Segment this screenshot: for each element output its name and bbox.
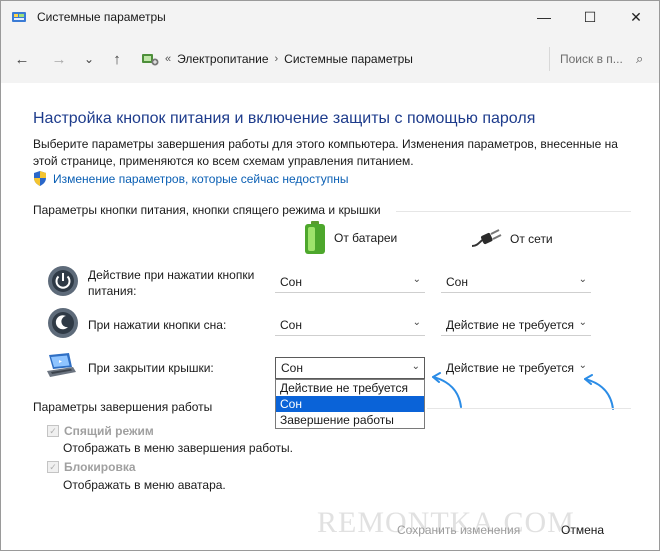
dropdown-sleep-button-ac[interactable]: Действие не требуется ⌄	[441, 314, 591, 336]
uac-shield-icon	[34, 171, 46, 186]
address-bar-row: ← → ⌄ ↑ « Электропитание › Системные пар…	[1, 33, 659, 83]
row-label-sleep-button: При нажатии кнопки сна:	[88, 318, 227, 332]
recent-locations-button[interactable]: ⌄	[79, 49, 99, 69]
search-icon[interactable]: ⌕	[636, 51, 643, 67]
sleep-button-icon	[48, 308, 78, 338]
dropdown-sleep-button-battery[interactable]: Сон ⌄	[275, 314, 425, 336]
dropdown-option-shutdown[interactable]: Завершение работы	[276, 412, 424, 428]
dropdown-value: Сон	[446, 274, 468, 289]
battery-icon	[305, 221, 325, 254]
row-label-lid-close: При закрытии крышки:	[88, 361, 214, 375]
chevron-down-icon: ⌄	[412, 274, 421, 285]
dropdown-options-list: Действие не требуется Сон Завершение раб…	[275, 379, 425, 429]
save-changes-button[interactable]: Сохранить изменения	[397, 523, 520, 537]
dropdown-lid-close-battery[interactable]: Сон ⌄	[275, 357, 425, 379]
hibernate-description: Отображать в меню завершения работы.	[63, 441, 294, 455]
annotation-arrow	[584, 374, 614, 410]
main-content: Настройка кнопок питания и включение защ…	[1, 83, 659, 550]
chevron-down-icon: ⌄	[578, 274, 587, 285]
section-shutdown-settings: Параметры завершения работы	[33, 400, 212, 414]
up-button[interactable]: ↑	[107, 49, 127, 69]
hibernate-checkbox[interactable]: ✓	[47, 425, 59, 437]
column-ac-label: От сети	[510, 232, 553, 246]
column-header-battery: От батареи	[304, 221, 397, 255]
column-header-ac: От сети	[472, 229, 553, 249]
lock-label: Блокировка	[64, 460, 136, 474]
dropdown-value: Сон	[281, 361, 303, 375]
search-box[interactable]: ⌕	[549, 47, 653, 71]
dropdown-power-button-battery[interactable]: Сон ⌄	[275, 271, 425, 293]
admin-settings-link[interactable]: Изменение параметров, которые сейчас нед…	[53, 172, 349, 186]
power-button-icon	[48, 266, 78, 296]
back-button[interactable]: ←	[12, 49, 32, 69]
breadcrumb-overflow[interactable]: «	[165, 53, 171, 65]
laptop-lid-icon	[47, 353, 76, 377]
annotation-arrow	[432, 372, 462, 408]
control-panel-icon	[12, 12, 26, 22]
window: Системные параметры — ☐ ✕ ← → ⌄ ↑ « Элек…	[0, 0, 660, 551]
dropdown-value: Действие не требуется	[446, 317, 575, 332]
hibernate-label: Спящий режим	[64, 424, 154, 438]
dropdown-value: Сон	[280, 274, 302, 289]
close-button[interactable]: ✕	[613, 1, 659, 33]
window-title: Системные параметры	[37, 10, 166, 24]
search-input[interactable]	[560, 52, 634, 66]
chevron-right-icon: ›	[274, 53, 279, 65]
checkbox-row-lock: ✓ Блокировка	[47, 460, 136, 474]
dropdown-power-button-ac[interactable]: Сон ⌄	[441, 271, 591, 293]
power-options-icon	[142, 54, 159, 66]
power-plug-icon	[472, 229, 502, 247]
column-battery-label: От батареи	[334, 231, 398, 245]
page-description: Выберите параметры завершения работы для…	[33, 137, 618, 168]
lock-checkbox[interactable]: ✓	[47, 461, 59, 473]
minimize-button[interactable]: —	[521, 1, 567, 33]
section-power-buttons-title: Параметры кнопки питания, кнопки спящего…	[33, 203, 381, 217]
forward-button[interactable]: →	[49, 49, 69, 69]
chevron-down-icon: ⌄	[412, 317, 421, 328]
title-bar: Системные параметры — ☐ ✕	[1, 1, 659, 33]
lock-description: Отображать в меню аватара.	[63, 478, 226, 492]
page-title: Настройка кнопок питания и включение защ…	[33, 110, 536, 127]
dropdown-option-sleep[interactable]: Сон	[276, 396, 424, 412]
breadcrumb-item-system-settings[interactable]: Системные параметры	[284, 52, 413, 66]
admin-settings-link-row[interactable]: Изменение параметров, которые сейчас нед…	[33, 171, 349, 186]
divider	[396, 211, 631, 212]
chevron-down-icon: ⌄	[411, 361, 420, 372]
breadcrumb: « Электропитание › Системные параметры	[141, 49, 413, 69]
section-power-buttons: Параметры кнопки питания, кнопки спящего…	[33, 203, 381, 217]
dropdown-option-no-action[interactable]: Действие не требуется	[276, 380, 424, 396]
chevron-down-icon: ⌄	[578, 317, 587, 328]
dropdown-value: Сон	[280, 317, 302, 332]
maximize-button[interactable]: ☐	[567, 1, 613, 33]
section-shutdown-title: Параметры завершения работы	[33, 400, 213, 414]
divider	[427, 408, 631, 409]
row-label-power-button: Действие при нажатии кнопки питания:	[88, 268, 255, 298]
checkbox-row-hibernate: ✓ Спящий режим	[47, 424, 154, 438]
breadcrumb-item-power-options[interactable]: Электропитание	[177, 52, 268, 66]
cancel-button[interactable]: Отмена	[561, 523, 604, 537]
